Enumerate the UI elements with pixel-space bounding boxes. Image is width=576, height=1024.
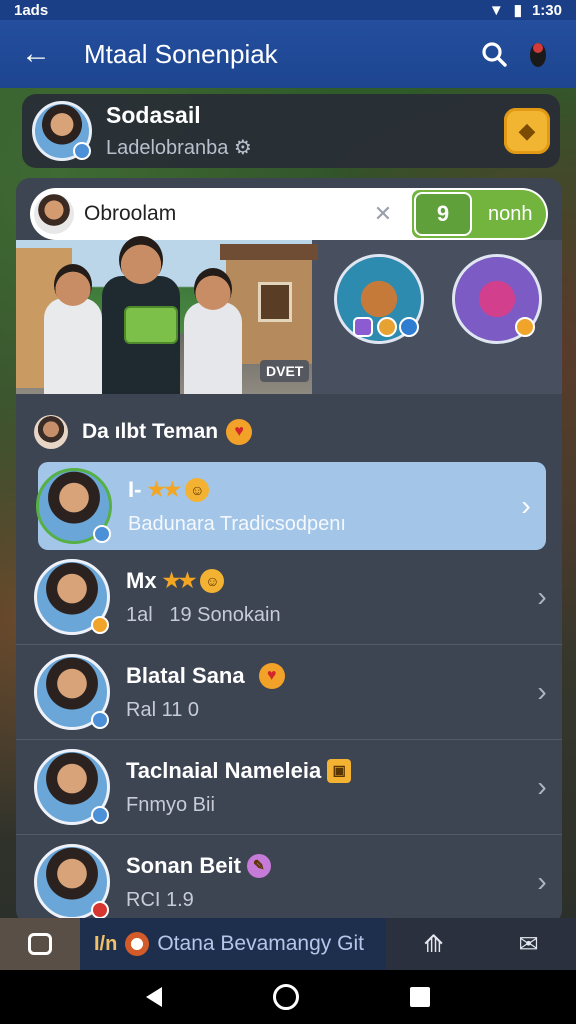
system-nav-bar [0, 970, 576, 1024]
friend-status: RCI 1.9 [126, 888, 194, 911]
check-badge-icon [93, 525, 111, 543]
page-title: Mtaal Sonenpiak [84, 38, 278, 69]
friend-status: Fnmyo Bii [126, 793, 215, 816]
clear-icon[interactable]: ✕ [368, 201, 398, 227]
chat-label: Otana Bevamangy Git [157, 932, 364, 955]
friend-list: I- ★★ ☺ Badunara Tradicsodpenı › Mx ★★ ☺… [16, 462, 562, 924]
photo-tag: DVET [260, 360, 310, 382]
back-arrow-icon[interactable]: ← [16, 34, 56, 74]
friend-avatar [34, 844, 110, 920]
battery-icon: ▮ [513, 2, 522, 19]
featured-row: DVET [16, 236, 562, 394]
search-input[interactable] [84, 194, 368, 234]
inbox-icon: ✉ [518, 930, 539, 958]
go-label: nonh [488, 202, 533, 225]
search-icon[interactable] [472, 32, 516, 76]
friend-status: 1al 19 Sonokain [126, 603, 281, 626]
section-title: Da ılbt Teman [82, 420, 219, 443]
chat-prefix: I/n [94, 932, 118, 955]
go-icon: 9 [414, 192, 472, 236]
tab-home[interactable] [0, 918, 80, 970]
home-icon [28, 933, 52, 955]
gold-rank-icon[interactable]: ◆ [504, 108, 550, 154]
mini-badge-icon [515, 317, 535, 337]
friend-row[interactable]: Taclnaial Nameleia ▣ Fnmyo Bii › [16, 740, 562, 835]
friend-row[interactable]: Blatal Sana ♥ Ral 11 0 › [16, 645, 562, 740]
gift-box [124, 306, 178, 344]
character-badge-icon[interactable] [452, 254, 542, 344]
tab-chat[interactable]: I/n Otana Bevamangy Git [80, 918, 386, 970]
chevron-right-icon[interactable]: › [522, 581, 562, 613]
bottom-tab-bar: I/n Otana Bevamangy Git ⟰ ✉ [0, 918, 576, 970]
nav-recents-icon[interactable] [410, 987, 431, 1007]
kid-figure [184, 268, 242, 394]
star-icon: ★★ [162, 570, 197, 592]
gamepad-icon: ⚙ [233, 137, 252, 159]
section-avatar [34, 415, 68, 449]
profile-text: Sodasail Ladelobranba ⚙ [106, 102, 504, 160]
nav-home-icon[interactable] [272, 984, 299, 1010]
status-bar: 1ads ▼ ▮ 1:30 [0, 0, 576, 20]
status-badge-icon [91, 901, 109, 919]
kid-figure [44, 264, 102, 394]
friends-panel: ✕ 9 nonh DVET Da ılbt Teman ♥ [16, 178, 562, 924]
mini-badge-icon [399, 317, 419, 337]
friend-status: Badunara Tradicsodpenı [128, 512, 346, 535]
notification-icon[interactable] [516, 32, 560, 76]
profile-card[interactable]: Sodasail Ladelobranba ⚙ ◆ [22, 94, 560, 168]
chevron-right-icon[interactable]: › [522, 676, 562, 708]
search-avatar [34, 194, 74, 234]
status-time-left: 1ads [14, 1, 49, 19]
friend-avatar [36, 468, 112, 544]
friend-avatar [34, 559, 110, 635]
friend-row[interactable]: Sonan Beit ✎ RCI 1.9 › [16, 835, 562, 924]
gift-emoji-icon: ▣ [327, 758, 352, 783]
heart-eyes-emoji-icon: ♥ [258, 662, 285, 689]
smile-emoji-icon: ☺ [185, 477, 210, 502]
friend-name: Taclnaial Nameleia [126, 757, 322, 783]
chevron-right-icon[interactable]: › [506, 490, 546, 522]
status-time-right: 1:30 [531, 1, 562, 19]
wifi-icon: ▼ [488, 1, 504, 19]
tab-shop[interactable]: ⟰ [386, 918, 481, 970]
shop-icon: ⟰ [423, 930, 444, 958]
friend-name: Mx [126, 567, 157, 593]
mini-badge-icon [353, 317, 373, 337]
friend-name: Sonan Beit [126, 852, 241, 878]
smile-emoji-icon: ☺ [200, 568, 225, 593]
mascot-icon [125, 932, 150, 956]
check-badge-icon [91, 711, 109, 729]
friend-avatar [34, 654, 110, 730]
chevron-right-icon[interactable]: › [522, 771, 562, 803]
friend-name: I- [128, 476, 142, 502]
chevron-right-icon[interactable]: › [522, 866, 562, 898]
friend-avatar [34, 749, 110, 825]
nav-back-icon[interactable] [145, 987, 162, 1007]
friend-status: Ral 11 0 [126, 698, 200, 721]
section-header: Da ılbt Teman ♥ [34, 414, 253, 450]
pencil-emoji-icon: ✎ [246, 853, 271, 878]
status-icons: ▼ ▮ 1:30 [488, 1, 562, 20]
friend-row[interactable]: Mx ★★ ☺ 1al 19 Sonokain › [16, 550, 562, 645]
profile-name: Sodasail [106, 102, 201, 128]
friend-row[interactable]: I- ★★ ☺ Badunara Tradicsodpenı › [36, 462, 546, 550]
tab-inbox[interactable]: ✉ [481, 918, 576, 970]
featured-photo[interactable]: DVET [16, 236, 318, 394]
online-badge-icon [73, 142, 91, 160]
heart-eyes-emoji-icon: ♥ [226, 419, 253, 445]
search-bar: ✕ 9 nonh [30, 188, 548, 240]
check-badge-icon [91, 806, 109, 824]
app-bar: ← Mtaal Sonenpiak [0, 20, 576, 88]
search-go-button[interactable]: 9 nonh [412, 190, 546, 238]
truck-badge-icon[interactable] [334, 254, 424, 344]
friend-name: Blatal Sana [126, 662, 245, 688]
badge-icon [91, 616, 109, 634]
mini-badge-icon [377, 317, 397, 337]
star-icon: ★★ [147, 479, 181, 501]
profile-avatar[interactable] [32, 101, 92, 161]
profile-subtitle: Ladelobranba ⚙ [106, 137, 252, 159]
